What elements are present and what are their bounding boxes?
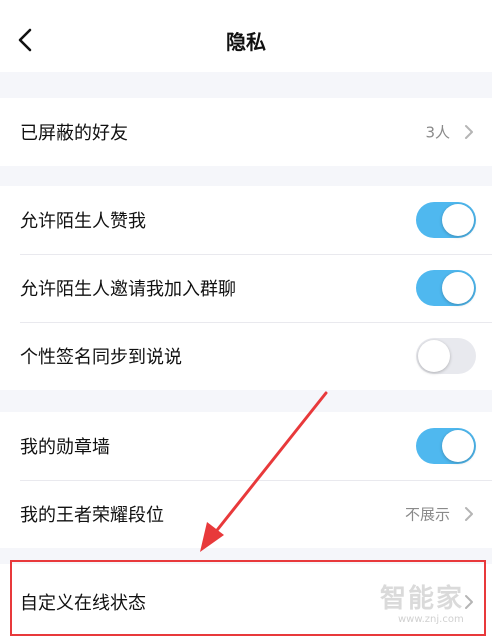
- row-label: 允许陌生人邀请我加入群聊: [20, 279, 236, 300]
- stranger-like-toggle[interactable]: [416, 202, 476, 238]
- chevron-right-icon: [465, 125, 473, 139]
- signature-sync-toggle[interactable]: [416, 338, 476, 374]
- row-blocked-friends[interactable]: 已屏蔽的好友 3人: [0, 98, 492, 166]
- honor-rank-value: 不展示: [404, 505, 450, 524]
- section-stranger: 允许陌生人赞我 允许陌生人邀请我加入群聊 个性签名同步到说说: [0, 186, 492, 390]
- row-label: 我的勋章墙: [20, 437, 110, 458]
- toggle-knob: [442, 430, 474, 462]
- top-bar: 隐私: [0, 0, 492, 72]
- section-blocked: 已屏蔽的好友 3人: [0, 98, 492, 166]
- row-medal-wall: 我的勋章墙: [0, 412, 492, 480]
- toggle-knob: [418, 340, 450, 372]
- row-stranger-like: 允许陌生人赞我: [0, 186, 492, 254]
- row-label: 我的王者荣耀段位: [20, 505, 164, 526]
- row-label: 个性签名同步到说说: [20, 347, 182, 368]
- page-title: 隐私: [226, 30, 266, 54]
- row-label: 已屏蔽的好友: [20, 123, 128, 144]
- toggle-knob: [442, 204, 474, 236]
- medal-wall-toggle[interactable]: [416, 428, 476, 464]
- highlight-box: [10, 560, 486, 636]
- row-stranger-invite: 允许陌生人邀请我加入群聊: [0, 254, 492, 322]
- row-label: 允许陌生人赞我: [20, 211, 146, 232]
- row-signature-sync: 个性签名同步到说说: [0, 322, 492, 390]
- section-profile: 我的勋章墙 我的王者荣耀段位 不展示: [0, 412, 492, 548]
- toggle-knob: [442, 272, 474, 304]
- chevron-right-icon: [465, 507, 473, 521]
- stranger-invite-toggle[interactable]: [416, 270, 476, 306]
- row-honor-rank[interactable]: 我的王者荣耀段位 不展示: [0, 480, 492, 548]
- blocked-count: 3人: [425, 123, 450, 142]
